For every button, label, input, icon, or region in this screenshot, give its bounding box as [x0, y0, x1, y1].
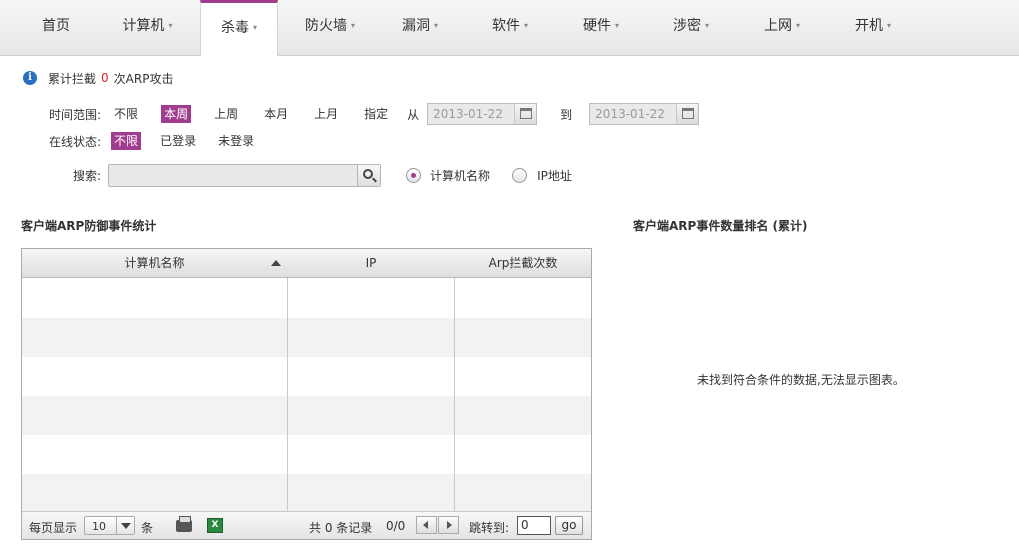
- tab-computer[interactable]: 计算机 ▾: [110, 0, 185, 55]
- tab-hardware[interactable]: 硬件 ▾: [566, 0, 636, 55]
- tab-antivirus[interactable]: 杀毒 ▾: [200, 0, 278, 56]
- per-page-label: 每页显示: [29, 521, 78, 535]
- table-row: [22, 396, 591, 435]
- time-option-this-month[interactable]: 本月: [261, 105, 291, 123]
- table-row: [22, 474, 591, 513]
- search-icon: [363, 168, 374, 179]
- tab-label: 开机: [854, 18, 883, 34]
- summary-suffix: 次ARP攻击: [113, 71, 174, 86]
- time-option-this-week[interactable]: 本周: [161, 105, 192, 123]
- from-date-field[interactable]: 2013-01-22: [427, 103, 538, 125]
- per-page-value: 10: [92, 520, 106, 533]
- chevron-down-icon: ▾: [433, 21, 438, 30]
- per-page-unit: 条: [141, 521, 154, 535]
- radio-ip-address[interactable]: [512, 167, 528, 183]
- tab-label: 上网: [763, 18, 792, 34]
- search-input[interactable]: [108, 163, 382, 187]
- radio-ip-address-label: IP地址: [537, 168, 572, 183]
- from-date-value: 2013-01-22: [433, 107, 503, 121]
- column-header-computer-name[interactable]: 计算机名称: [22, 249, 287, 278]
- top-nav: 首页 计算机 ▾ 杀毒 ▾ 防火墙 ▾ 漏洞 ▾ 软件 ▾ 硬件 ▾ 涉密 ▾ 上网 ▾ 开机 ▾: [0, 0, 1019, 56]
- table-row: [22, 279, 591, 318]
- table-row: [22, 357, 591, 396]
- from-label: 从: [407, 107, 420, 122]
- tab-confidential[interactable]: 涉密 ▾: [656, 0, 726, 55]
- excel-export-icon[interactable]: X: [207, 518, 223, 533]
- table-row: [22, 435, 591, 474]
- time-filter: 时间范围: 不限 本周 上周 本月 上月 指定 从 2013-01-22 到 2…: [49, 103, 700, 125]
- tab-vulnerability[interactable]: 漏洞 ▾: [385, 0, 455, 55]
- tab-label: 杀毒: [220, 20, 249, 36]
- column-header-label: Arp拦截次数: [488, 256, 558, 270]
- search-button[interactable]: [357, 164, 381, 186]
- column-header-label: 计算机名称: [124, 256, 185, 270]
- status-option-any[interactable]: 不限: [111, 132, 142, 150]
- status-option-not-logged-in[interactable]: 未登录: [215, 132, 257, 150]
- tab-internet[interactable]: 上网 ▾: [747, 0, 817, 55]
- summary-prefix: 累计拦截: [48, 71, 97, 86]
- to-date-field[interactable]: 2013-01-22: [589, 103, 700, 125]
- per-page-select[interactable]: 10: [84, 516, 135, 535]
- search-label: 搜索:: [73, 168, 102, 183]
- tab-software[interactable]: 软件 ▾: [475, 0, 545, 55]
- tab-home[interactable]: 首页: [21, 0, 91, 55]
- chevron-down-icon: ▾: [886, 21, 891, 30]
- tab-label: 硬件: [582, 18, 611, 34]
- chevron-down-icon: ▾: [704, 21, 709, 30]
- chevron-down-icon: [116, 517, 134, 534]
- status-filter-label: 在线状态:: [49, 134, 102, 149]
- calendar-icon[interactable]: [676, 104, 699, 124]
- radio-computer-name-label: 计算机名称: [430, 168, 491, 183]
- time-option-last-month[interactable]: 上月: [311, 105, 341, 123]
- tab-label: 涉密: [672, 18, 701, 34]
- chevron-down-icon: ▾: [252, 23, 257, 32]
- chevron-down-icon: ▾: [614, 21, 619, 30]
- column-header-ip[interactable]: IP: [288, 249, 454, 278]
- tab-label: 首页: [42, 18, 70, 34]
- to-label: 到: [560, 107, 573, 122]
- status-option-logged-in[interactable]: 已登录: [157, 132, 199, 150]
- go-button[interactable]: go: [555, 516, 583, 535]
- prev-page-button[interactable]: [416, 516, 437, 534]
- left-section-title: 客户端ARP防御事件统计: [21, 219, 157, 233]
- next-page-button[interactable]: [438, 516, 459, 534]
- status-filter: 在线状态: 不限 已登录 未登录: [49, 130, 257, 152]
- right-section-title: 客户端ARP事件数量排名 (累计): [633, 219, 808, 233]
- arp-event-table: 计算机名称 IP Arp拦截次数 每页显示 10 条 X 共 0 条记录 0/0…: [21, 248, 592, 540]
- column-header-label: IP: [365, 256, 377, 270]
- radio-computer-name[interactable]: [406, 167, 422, 183]
- table-row: [22, 318, 591, 357]
- tab-label: 漏洞: [401, 18, 430, 34]
- chevron-down-icon: ▾: [795, 21, 800, 30]
- jump-label: 跳转到:: [469, 521, 510, 535]
- search-row: 搜索: 计算机名称 IP地址: [73, 163, 572, 187]
- chevron-down-icon: ▾: [523, 21, 528, 30]
- tab-startup[interactable]: 开机 ▾: [838, 0, 908, 55]
- summary-count: 0: [101, 71, 109, 85]
- time-filter-label: 时间范围:: [49, 107, 102, 122]
- sort-ascending-icon: [271, 260, 281, 266]
- print-icon[interactable]: [176, 516, 192, 532]
- chevron-down-icon: ▾: [350, 21, 355, 30]
- column-header-arp-count[interactable]: Arp拦截次数: [455, 249, 591, 278]
- calendar-icon[interactable]: [514, 104, 537, 124]
- tab-label: 计算机: [122, 18, 165, 34]
- info-icon: i: [23, 71, 37, 85]
- table-pager: 每页显示 10 条 X 共 0 条记录 0/0 跳转到: 0 go: [22, 511, 591, 539]
- chevron-down-icon: ▾: [168, 21, 173, 30]
- time-option-custom[interactable]: 指定: [361, 105, 391, 123]
- chart-empty-message: 未找到符合条件的数据,无法显示图表。: [697, 373, 905, 387]
- time-option-any[interactable]: 不限: [111, 105, 141, 123]
- page-indicator: 0/0: [386, 519, 406, 533]
- tab-label: 软件: [491, 18, 520, 34]
- total-records: 共 0 条记录: [309, 521, 373, 535]
- to-date-value: 2013-01-22: [595, 107, 665, 121]
- tab-label: 防火墙: [304, 18, 347, 34]
- tab-firewall[interactable]: 防火墙 ▾: [290, 0, 370, 55]
- arp-summary: i 累计拦截 0 次ARP攻击: [23, 70, 173, 86]
- time-option-last-week[interactable]: 上周: [211, 105, 241, 123]
- table-header: 计算机名称 IP Arp拦截次数: [22, 249, 591, 278]
- jump-page-input[interactable]: 0: [517, 516, 551, 535]
